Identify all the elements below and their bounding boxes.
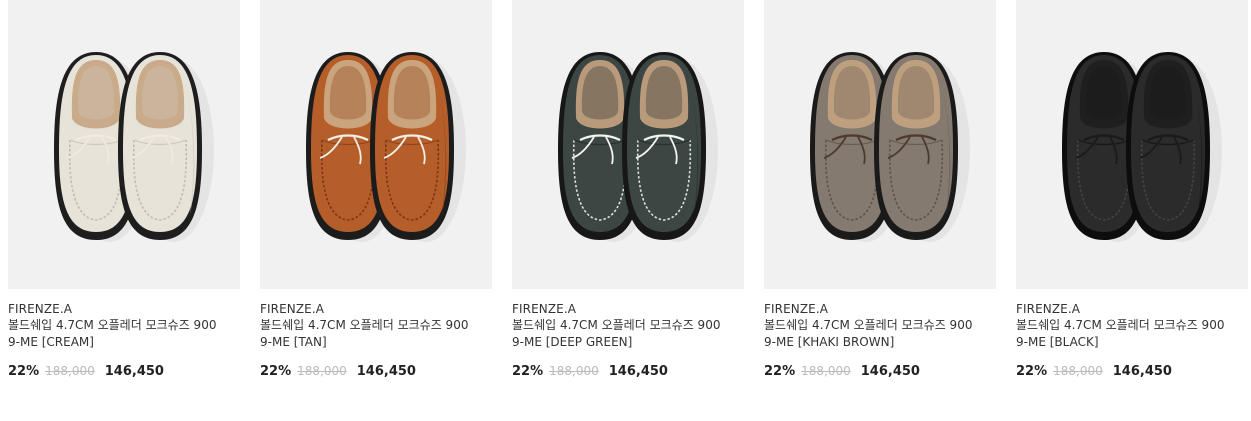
original-price: 188,000 — [45, 364, 95, 378]
product-name[interactable]: 볼드쉐입 4.7CM 오플레더 모크슈즈 9009-ME [DEEP GREEN… — [512, 317, 722, 351]
product-name[interactable]: 볼드쉐입 4.7CM 오플레더 모크슈즈 9009-ME [CREAM] — [8, 317, 218, 351]
product-card[interactable]: FIRENZE.A 볼드쉐입 4.7CM 오플레더 모크슈즈 9009-ME [… — [512, 0, 744, 381]
product-brand[interactable]: FIRENZE.A — [8, 301, 240, 317]
discount-rate: 22% — [8, 364, 40, 379]
shoe-pair-illustration — [810, 52, 970, 242]
product-name[interactable]: 볼드쉐입 4.7CM 오플레더 모크슈즈 9009-ME [KHAKI BROW… — [764, 317, 974, 351]
product-card[interactable]: FIRENZE.A 볼드쉐입 4.7CM 오플레더 모크슈즈 9009-ME [… — [260, 0, 492, 381]
discount-rate: 22% — [260, 364, 292, 379]
sale-price: 146,450 — [860, 364, 920, 379]
discount-rate: 22% — [764, 364, 796, 379]
product-image[interactable] — [1016, 0, 1248, 289]
shoe — [1126, 52, 1222, 242]
shoe — [118, 52, 214, 242]
shoe-pair-illustration — [1062, 52, 1222, 242]
product-price: 22% 188,000 146,450 — [1016, 362, 1248, 381]
product-image[interactable] — [764, 0, 996, 289]
sale-price: 146,450 — [356, 364, 416, 379]
product-price: 22% 188,000 146,450 — [8, 362, 240, 381]
original-price: 188,000 — [297, 364, 347, 378]
sale-price: 146,450 — [104, 364, 164, 379]
shoe — [370, 52, 466, 242]
product-brand[interactable]: FIRENZE.A — [260, 301, 492, 317]
original-price: 188,000 — [549, 364, 599, 378]
shoe-pair-illustration — [54, 52, 214, 242]
sale-price: 146,450 — [608, 364, 668, 379]
product-price: 22% 188,000 146,450 — [512, 362, 744, 381]
product-price: 22% 188,000 146,450 — [764, 362, 996, 381]
original-price: 188,000 — [1053, 364, 1103, 378]
original-price: 188,000 — [801, 364, 851, 378]
shoe — [874, 52, 970, 242]
product-name[interactable]: 볼드쉐입 4.7CM 오플레더 모크슈즈 9009-ME [TAN] — [260, 317, 470, 351]
product-card[interactable]: FIRENZE.A 볼드쉐입 4.7CM 오플레더 모크슈즈 9009-ME [… — [1016, 0, 1248, 381]
product-brand[interactable]: FIRENZE.A — [764, 301, 996, 317]
product-brand[interactable]: FIRENZE.A — [1016, 301, 1248, 317]
shoe-pair-illustration — [558, 52, 718, 242]
product-brand[interactable]: FIRENZE.A — [512, 301, 744, 317]
sale-price: 146,450 — [1112, 364, 1172, 379]
shoe — [622, 52, 718, 242]
discount-rate: 22% — [512, 364, 544, 379]
product-card[interactable]: FIRENZE.A 볼드쉐입 4.7CM 오플레더 모크슈즈 9009-ME [… — [8, 0, 240, 381]
product-name[interactable]: 볼드쉐입 4.7CM 오플레더 모크슈즈 9009-ME [BLACK] — [1016, 317, 1226, 351]
product-card[interactable]: FIRENZE.A 볼드쉐입 4.7CM 오플레더 모크슈즈 9009-ME [… — [764, 0, 996, 381]
product-grid: FIRENZE.A 볼드쉐입 4.7CM 오플레더 모크슈즈 9009-ME [… — [0, 0, 1251, 421]
product-price: 22% 188,000 146,450 — [260, 362, 492, 381]
discount-rate: 22% — [1016, 364, 1048, 379]
shoe-pair-illustration — [306, 52, 466, 242]
product-image[interactable] — [260, 0, 492, 289]
product-image[interactable] — [8, 0, 240, 289]
product-image[interactable] — [512, 0, 744, 289]
